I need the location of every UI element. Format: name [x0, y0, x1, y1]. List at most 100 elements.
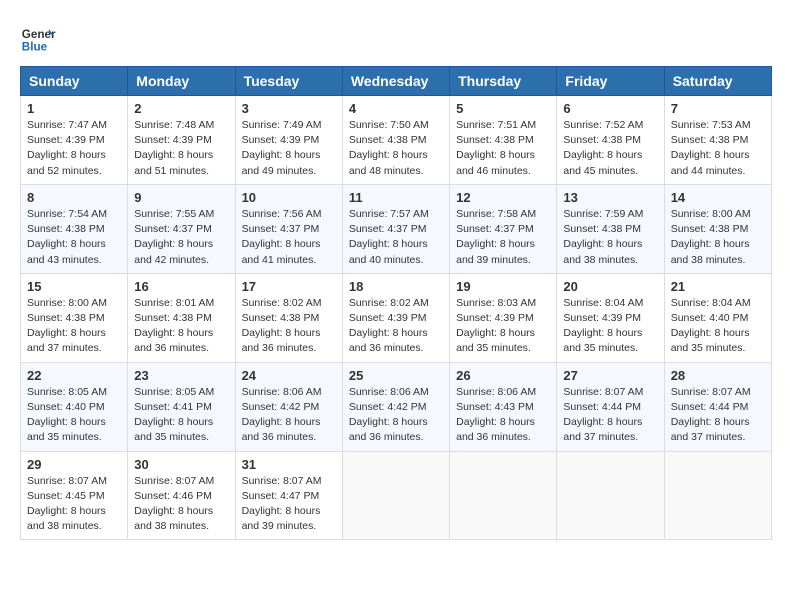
- calendar-day-cell: 14 Sunrise: 8:00 AM Sunset: 4:38 PM Dayl…: [664, 184, 771, 273]
- calendar-day-cell: 10 Sunrise: 7:56 AM Sunset: 4:37 PM Dayl…: [235, 184, 342, 273]
- calendar-day-cell: 9 Sunrise: 7:55 AM Sunset: 4:37 PM Dayli…: [128, 184, 235, 273]
- calendar-day-cell: 19 Sunrise: 8:03 AM Sunset: 4:39 PM Dayl…: [450, 273, 557, 362]
- day-number: 13: [563, 190, 657, 205]
- weekday-header: Saturday: [664, 67, 771, 96]
- calendar-week-row: 22 Sunrise: 8:05 AM Sunset: 4:40 PM Dayl…: [21, 362, 772, 451]
- day-number: 8: [27, 190, 121, 205]
- day-info: Sunrise: 7:53 AM Sunset: 4:38 PM Dayligh…: [671, 118, 765, 179]
- day-info: Sunrise: 7:59 AM Sunset: 4:38 PM Dayligh…: [563, 207, 657, 268]
- calendar-day-cell: 7 Sunrise: 7:53 AM Sunset: 4:38 PM Dayli…: [664, 96, 771, 185]
- calendar-day-cell: 24 Sunrise: 8:06 AM Sunset: 4:42 PM Dayl…: [235, 362, 342, 451]
- calendar-day-cell: 31 Sunrise: 8:07 AM Sunset: 4:47 PM Dayl…: [235, 451, 342, 540]
- day-info: Sunrise: 8:00 AM Sunset: 4:38 PM Dayligh…: [671, 207, 765, 268]
- day-info: Sunrise: 8:06 AM Sunset: 4:42 PM Dayligh…: [349, 385, 443, 446]
- day-info: Sunrise: 8:06 AM Sunset: 4:42 PM Dayligh…: [242, 385, 336, 446]
- calendar-day-cell: 1 Sunrise: 7:47 AM Sunset: 4:39 PM Dayli…: [21, 96, 128, 185]
- day-number: 3: [242, 101, 336, 116]
- day-number: 11: [349, 190, 443, 205]
- page-header: General Blue: [20, 20, 772, 56]
- day-number: 23: [134, 368, 228, 383]
- calendar-day-cell: 27 Sunrise: 8:07 AM Sunset: 4:44 PM Dayl…: [557, 362, 664, 451]
- calendar-day-cell: [342, 451, 449, 540]
- day-info: Sunrise: 8:02 AM Sunset: 4:38 PM Dayligh…: [242, 296, 336, 357]
- day-number: 25: [349, 368, 443, 383]
- weekday-header: Monday: [128, 67, 235, 96]
- day-info: Sunrise: 8:04 AM Sunset: 4:39 PM Dayligh…: [563, 296, 657, 357]
- day-number: 29: [27, 457, 121, 472]
- day-info: Sunrise: 8:07 AM Sunset: 4:46 PM Dayligh…: [134, 474, 228, 535]
- calendar-day-cell: 2 Sunrise: 7:48 AM Sunset: 4:39 PM Dayli…: [128, 96, 235, 185]
- day-number: 22: [27, 368, 121, 383]
- calendar-body: 1 Sunrise: 7:47 AM Sunset: 4:39 PM Dayli…: [21, 96, 772, 540]
- day-number: 21: [671, 279, 765, 294]
- day-number: 7: [671, 101, 765, 116]
- day-number: 1: [27, 101, 121, 116]
- logo-icon: General Blue: [20, 20, 56, 56]
- day-info: Sunrise: 8:03 AM Sunset: 4:39 PM Dayligh…: [456, 296, 550, 357]
- day-number: 15: [27, 279, 121, 294]
- calendar-day-cell: 15 Sunrise: 8:00 AM Sunset: 4:38 PM Dayl…: [21, 273, 128, 362]
- svg-text:General: General: [22, 28, 56, 41]
- svg-text:Blue: Blue: [22, 41, 48, 54]
- calendar-day-cell: 6 Sunrise: 7:52 AM Sunset: 4:38 PM Dayli…: [557, 96, 664, 185]
- calendar-day-cell: 22 Sunrise: 8:05 AM Sunset: 4:40 PM Dayl…: [21, 362, 128, 451]
- day-info: Sunrise: 7:49 AM Sunset: 4:39 PM Dayligh…: [242, 118, 336, 179]
- calendar-day-cell: 5 Sunrise: 7:51 AM Sunset: 4:38 PM Dayli…: [450, 96, 557, 185]
- day-info: Sunrise: 7:48 AM Sunset: 4:39 PM Dayligh…: [134, 118, 228, 179]
- day-number: 30: [134, 457, 228, 472]
- calendar-week-row: 15 Sunrise: 8:00 AM Sunset: 4:38 PM Dayl…: [21, 273, 772, 362]
- calendar-table: SundayMondayTuesdayWednesdayThursdayFrid…: [20, 66, 772, 540]
- day-number: 12: [456, 190, 550, 205]
- weekday-header: Friday: [557, 67, 664, 96]
- weekday-header: Wednesday: [342, 67, 449, 96]
- day-info: Sunrise: 7:52 AM Sunset: 4:38 PM Dayligh…: [563, 118, 657, 179]
- day-info: Sunrise: 7:56 AM Sunset: 4:37 PM Dayligh…: [242, 207, 336, 268]
- day-number: 10: [242, 190, 336, 205]
- calendar-day-cell: [450, 451, 557, 540]
- day-info: Sunrise: 7:54 AM Sunset: 4:38 PM Dayligh…: [27, 207, 121, 268]
- calendar-day-cell: 30 Sunrise: 8:07 AM Sunset: 4:46 PM Dayl…: [128, 451, 235, 540]
- day-info: Sunrise: 7:47 AM Sunset: 4:39 PM Dayligh…: [27, 118, 121, 179]
- calendar-day-cell: 20 Sunrise: 8:04 AM Sunset: 4:39 PM Dayl…: [557, 273, 664, 362]
- day-info: Sunrise: 8:06 AM Sunset: 4:43 PM Dayligh…: [456, 385, 550, 446]
- calendar-day-cell: 23 Sunrise: 8:05 AM Sunset: 4:41 PM Dayl…: [128, 362, 235, 451]
- day-number: 20: [563, 279, 657, 294]
- calendar-day-cell: 11 Sunrise: 7:57 AM Sunset: 4:37 PM Dayl…: [342, 184, 449, 273]
- day-number: 5: [456, 101, 550, 116]
- day-info: Sunrise: 8:07 AM Sunset: 4:44 PM Dayligh…: [671, 385, 765, 446]
- calendar-week-row: 1 Sunrise: 7:47 AM Sunset: 4:39 PM Dayli…: [21, 96, 772, 185]
- calendar-day-cell: 18 Sunrise: 8:02 AM Sunset: 4:39 PM Dayl…: [342, 273, 449, 362]
- calendar-day-cell: 25 Sunrise: 8:06 AM Sunset: 4:42 PM Dayl…: [342, 362, 449, 451]
- calendar-day-cell: 4 Sunrise: 7:50 AM Sunset: 4:38 PM Dayli…: [342, 96, 449, 185]
- day-number: 16: [134, 279, 228, 294]
- calendar-day-cell: 26 Sunrise: 8:06 AM Sunset: 4:43 PM Dayl…: [450, 362, 557, 451]
- day-number: 18: [349, 279, 443, 294]
- day-info: Sunrise: 8:05 AM Sunset: 4:41 PM Dayligh…: [134, 385, 228, 446]
- calendar-day-cell: [664, 451, 771, 540]
- calendar-day-cell: 12 Sunrise: 7:58 AM Sunset: 4:37 PM Dayl…: [450, 184, 557, 273]
- day-info: Sunrise: 7:51 AM Sunset: 4:38 PM Dayligh…: [456, 118, 550, 179]
- day-number: 17: [242, 279, 336, 294]
- day-number: 6: [563, 101, 657, 116]
- calendar-day-cell: 8 Sunrise: 7:54 AM Sunset: 4:38 PM Dayli…: [21, 184, 128, 273]
- day-number: 28: [671, 368, 765, 383]
- day-info: Sunrise: 8:02 AM Sunset: 4:39 PM Dayligh…: [349, 296, 443, 357]
- day-number: 24: [242, 368, 336, 383]
- day-number: 9: [134, 190, 228, 205]
- day-info: Sunrise: 8:07 AM Sunset: 4:44 PM Dayligh…: [563, 385, 657, 446]
- calendar-day-cell: 17 Sunrise: 8:02 AM Sunset: 4:38 PM Dayl…: [235, 273, 342, 362]
- logo: General Blue: [20, 20, 56, 56]
- calendar-day-cell: [557, 451, 664, 540]
- calendar-week-row: 8 Sunrise: 7:54 AM Sunset: 4:38 PM Dayli…: [21, 184, 772, 273]
- day-info: Sunrise: 7:58 AM Sunset: 4:37 PM Dayligh…: [456, 207, 550, 268]
- day-number: 14: [671, 190, 765, 205]
- weekday-header: Tuesday: [235, 67, 342, 96]
- day-info: Sunrise: 7:55 AM Sunset: 4:37 PM Dayligh…: [134, 207, 228, 268]
- weekday-header: Thursday: [450, 67, 557, 96]
- day-info: Sunrise: 8:07 AM Sunset: 4:45 PM Dayligh…: [27, 474, 121, 535]
- day-info: Sunrise: 7:57 AM Sunset: 4:37 PM Dayligh…: [349, 207, 443, 268]
- day-info: Sunrise: 7:50 AM Sunset: 4:38 PM Dayligh…: [349, 118, 443, 179]
- day-number: 26: [456, 368, 550, 383]
- day-number: 2: [134, 101, 228, 116]
- calendar-day-cell: 16 Sunrise: 8:01 AM Sunset: 4:38 PM Dayl…: [128, 273, 235, 362]
